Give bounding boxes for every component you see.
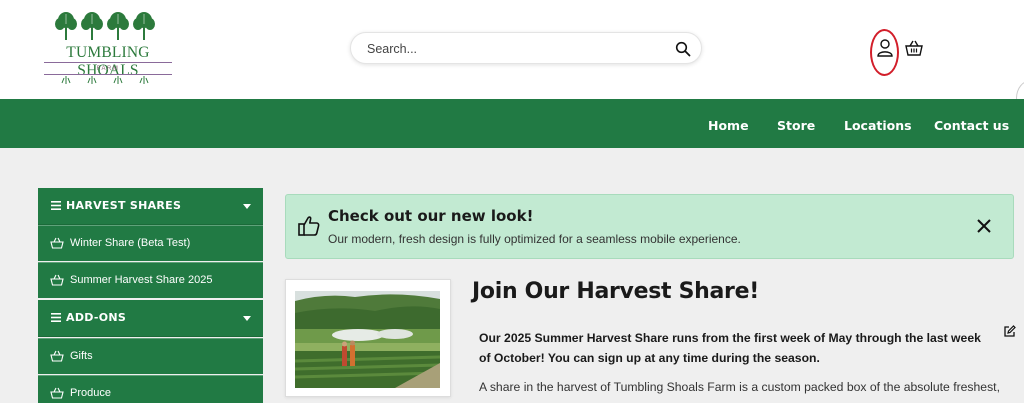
edit-icon[interactable] [1003,325,1016,338]
alert-text: Our modern, fresh design is fully optimi… [328,232,741,246]
intro-text: Our 2025 Summer Harvest Share runs from … [479,331,981,365]
sidebar-section-title: HARVEST SHARES [66,199,182,212]
sidebar-item-winter-share[interactable]: Winter Share (Beta Test) [38,225,263,261]
user-account-icon[interactable] [876,38,894,58]
search-input[interactable] [367,40,657,58]
sidebar-item-summer-share[interactable]: Summer Harvest Share 2025 [38,262,263,298]
sidebar-section-harvest-shares[interactable]: HARVEST SHARES [38,188,263,225]
nav-locations[interactable]: Locations [844,118,912,133]
alert-title: Check out our new look! [328,207,534,225]
site-logo[interactable]: TUMBLING SHOALS FARM [40,10,176,84]
nav-store[interactable]: Store [777,118,815,133]
search-icon[interactable] [675,41,691,57]
shopping-basket-icon[interactable] [905,39,923,57]
sidebar-item-label: Produce [70,387,111,399]
basket-icon [50,350,64,362]
chevron-down-icon [243,316,251,321]
sidebar-item-produce[interactable]: Produce [38,375,263,403]
sidebar-item-label: Winter Share (Beta Test) [70,237,191,249]
close-icon[interactable] [976,218,992,234]
menu-icon [51,201,61,210]
page-heading: Join Our Harvest Share! [472,279,759,304]
thumbs-up-icon [298,216,320,236]
brand-subtitle: FARM [96,66,120,72]
basket-icon [50,237,64,249]
sidebar-section-title: ADD-ONS [66,311,127,324]
announcement-alert: Check out our new look! Our modern, fres… [285,194,1014,259]
farm-photo [295,291,440,388]
sidebar-item-label: Gifts [70,350,93,362]
chevron-down-icon [243,204,251,209]
nav-contact-us[interactable]: Contact us [934,118,1009,133]
farm-photo-card [285,279,451,397]
body-text: A share in the harvest of Tumbling Shoal… [479,380,1000,394]
nav-home[interactable]: Home [708,118,749,133]
basket-icon [50,274,64,286]
basket-icon [50,387,64,399]
menu-icon [51,313,61,322]
site-header: TUMBLING SHOALS FARM [0,0,1024,99]
logo-rule [44,74,172,75]
sidebar-item-gifts[interactable]: Gifts [38,338,263,374]
logo-plants-icon [55,12,155,40]
logo-roots-icon [61,76,149,84]
search-bar [350,32,702,64]
sidebar-item-label: Summer Harvest Share 2025 [70,274,213,286]
sidebar-section-add-ons[interactable]: ADD-ONS [38,300,263,337]
